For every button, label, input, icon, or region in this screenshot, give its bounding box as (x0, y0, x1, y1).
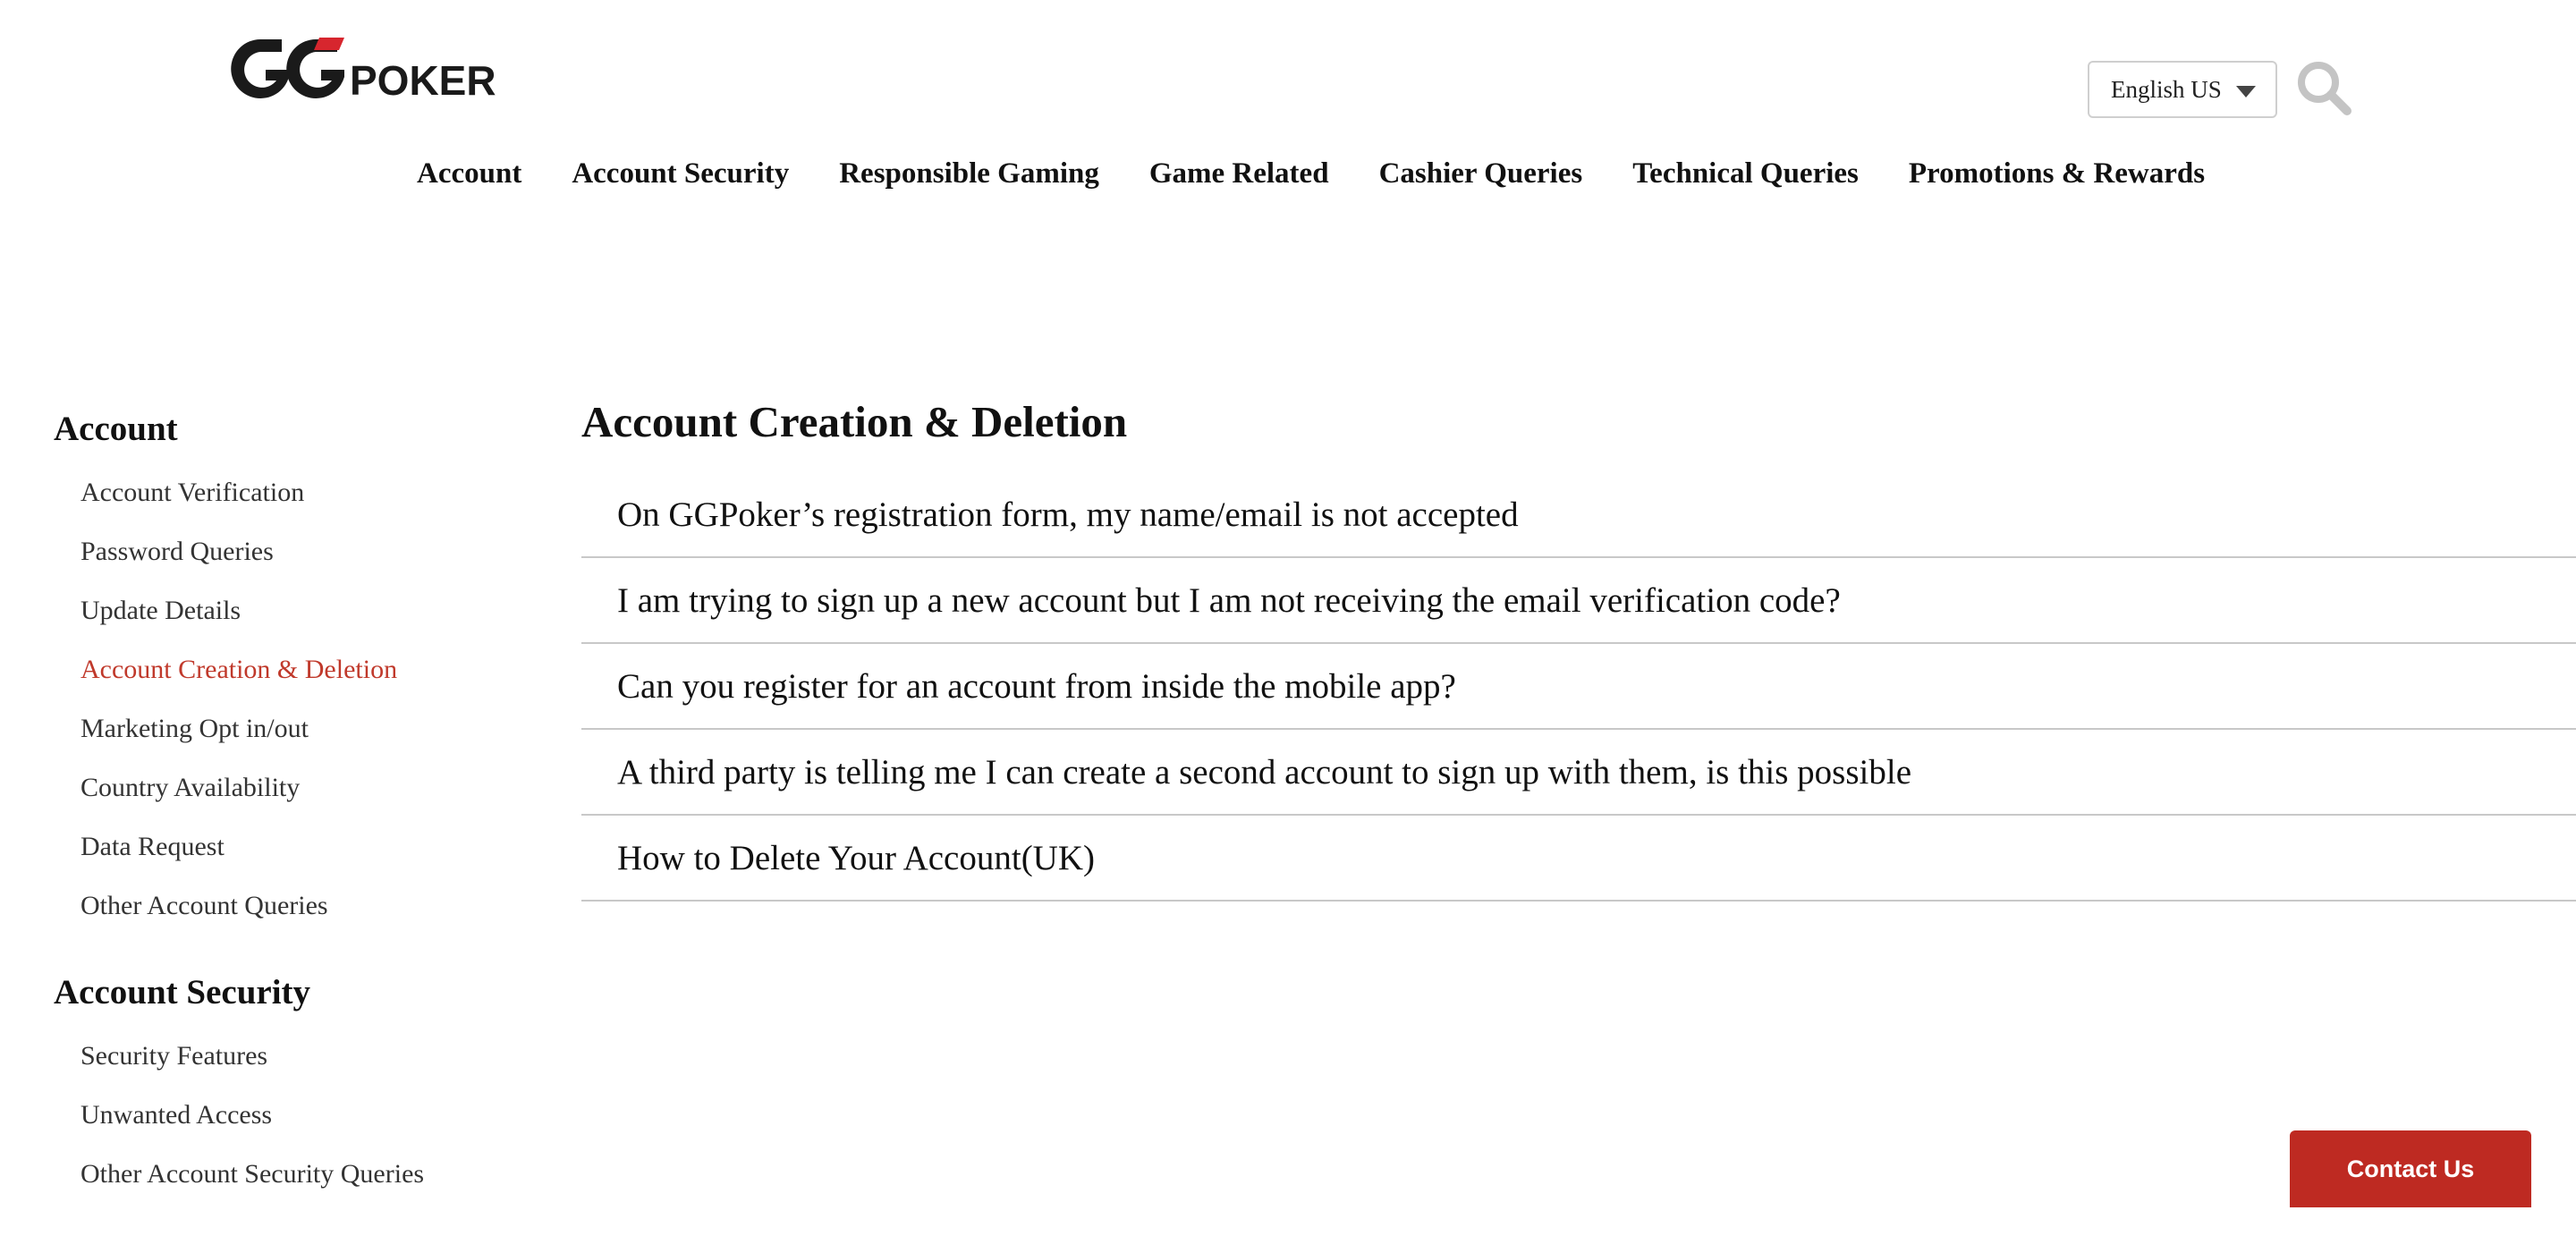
sidebar-item-marketing-opt[interactable]: Marketing Opt in/out (80, 708, 537, 767)
main-content: Account Creation & Deletion On GGPoker’s… (581, 392, 2576, 902)
nav-responsible-gaming[interactable]: Responsible Gaming (839, 157, 1099, 190)
sidebar-item-country-availability[interactable]: Country Availability (80, 767, 537, 826)
sidebar-item-security-features[interactable]: Security Features (80, 1036, 537, 1095)
chevron-down-icon (2236, 86, 2256, 97)
sidebar-item-other-security-queries[interactable]: Other Account Security Queries (80, 1154, 537, 1213)
language-selected-value: English US (2111, 75, 2222, 103)
sidebar-item-account-creation-deletion[interactable]: Account Creation & Deletion (80, 649, 537, 708)
sidebar-group-title-account[interactable]: Account (54, 404, 537, 454)
search-icon[interactable] (2295, 59, 2354, 118)
sidebar-list-account-security: Security Features Unwanted Access Other … (54, 1036, 537, 1213)
faq-item[interactable]: I am trying to sign up a new account but… (581, 558, 2576, 644)
faq-list: On GGPoker’s registration form, my name/… (581, 472, 2576, 902)
sidebar: Account Account Verification Password Qu… (54, 404, 537, 1236)
faq-item[interactable]: A third party is telling me I can create… (581, 730, 2576, 816)
nav-account-security[interactable]: Account Security (572, 157, 789, 190)
sidebar-group-title-account-security[interactable]: Account Security (54, 968, 537, 1018)
nav-technical-queries[interactable]: Technical Queries (1632, 157, 1859, 190)
sidebar-item-update-details[interactable]: Update Details (80, 590, 537, 649)
nav-account[interactable]: Account (417, 157, 521, 190)
contact-us-button[interactable]: Contact Us (2290, 1130, 2531, 1207)
faq-item[interactable]: On GGPoker’s registration form, my name/… (581, 472, 2576, 558)
nav-game-related[interactable]: Game Related (1149, 157, 1329, 190)
faq-item[interactable]: Can you register for an account from ins… (581, 644, 2576, 730)
ggpoker-logo[interactable]: POKER (226, 34, 526, 104)
top-navigation: Account Account Security Responsible Gam… (417, 157, 2205, 190)
sidebar-list-account: Account Verification Password Queries Up… (54, 472, 537, 944)
language-select[interactable]: English US (2088, 61, 2277, 118)
sidebar-item-password-queries[interactable]: Password Queries (80, 531, 537, 590)
faq-item[interactable]: How to Delete Your Account(UK) (581, 816, 2576, 902)
sidebar-item-unwanted-access[interactable]: Unwanted Access (80, 1095, 537, 1154)
nav-cashier-queries[interactable]: Cashier Queries (1379, 157, 1583, 190)
nav-promotions-rewards[interactable]: Promotions & Rewards (1909, 157, 2205, 190)
sidebar-item-data-request[interactable]: Data Request (80, 826, 537, 885)
sidebar-item-account-verification[interactable]: Account Verification (80, 472, 537, 531)
logo-text: POKER (350, 57, 496, 104)
sidebar-item-other-account-queries[interactable]: Other Account Queries (80, 885, 537, 944)
page-title: Account Creation & Deletion (581, 397, 1128, 446)
